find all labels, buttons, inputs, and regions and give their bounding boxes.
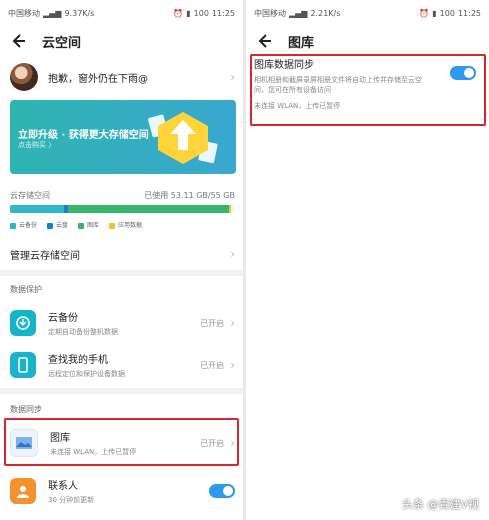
manage-storage-row[interactable]: 管理云存储空间 › (10, 243, 235, 265)
battery-text: 100 (193, 8, 209, 18)
highlight-box (4, 418, 239, 466)
upgrade-banner[interactable]: 立即升级 · 获得更大存储空间 点击购买 〉 (10, 100, 236, 174)
legend-item: 云备份 (10, 220, 37, 229)
divider (0, 270, 243, 276)
battery-icon: ▮ (186, 8, 191, 18)
item-desc: 定期自动备份整机数据 (48, 328, 118, 336)
signal-icon: ▂▄▆ (43, 8, 62, 18)
storage-usage-bar (10, 205, 233, 213)
chevron-right-icon: › (230, 70, 235, 84)
clock-text: 11:25 (457, 8, 481, 18)
contacts-row[interactable]: 联系人 30 分钟前更新 (10, 472, 235, 510)
clock-text: 11:25 (211, 8, 235, 18)
battery-text: 100 (439, 8, 455, 18)
alarm-icon: ⏰ (173, 8, 184, 18)
back-arrow-icon[interactable] (10, 32, 28, 50)
storage-segment-gallery (67, 205, 229, 213)
legend-item: 应用数据 (109, 220, 142, 229)
left-screen: 中国移动 ▂▄▆ 9.37K/s ⏰ ▮ 100 11:25 云空间 抱歉，窗外… (0, 0, 243, 520)
app-bar: 图库 (246, 26, 489, 56)
avatar (10, 63, 38, 91)
app-bar: 云空间 (0, 26, 243, 56)
cloud-backup-icon (10, 310, 36, 336)
contacts-sync-toggle[interactable] (209, 484, 235, 498)
page-title: 云空间 (42, 35, 82, 51)
storage-used: 已使用 53.11 GB/55 GB (144, 191, 235, 200)
banner-title: 立即升级 · 获得更大存储空间 (18, 130, 149, 141)
status-text: 已开启 (200, 318, 225, 328)
item-desc: 远程定位和保护设备数据 (48, 370, 125, 378)
storage-label: 云存储空间 (10, 191, 50, 200)
chevron-right-icon: › (230, 358, 235, 372)
phone-icon (10, 352, 36, 378)
legend-item: 图库 (78, 220, 99, 229)
section-data-protection: 数据保护 (10, 285, 42, 294)
section-data-sync: 数据同步 (10, 405, 42, 414)
profile-name: 抱歉，窗外仍在下雨@ (48, 73, 148, 85)
item-desc: 30 分钟前更新 (48, 496, 95, 504)
signal-icon: ▂▄▆ (289, 8, 308, 18)
storage-segment-appdata (228, 205, 231, 213)
upgrade-arrow-icon (148, 112, 218, 164)
highlight-box (250, 54, 486, 126)
status-text: 已开启 (200, 360, 225, 370)
speed-text: 9.37K/s (64, 8, 95, 18)
status-bar: 中国移动 ▂▄▆ 2.21K/s ⏰ ▮ 100 11:25 (246, 0, 489, 26)
legend-item: 云盘 (47, 220, 68, 229)
back-arrow-icon[interactable] (256, 32, 274, 50)
carrier-text: 中国移动 (254, 8, 286, 18)
banner-subtitle[interactable]: 点击购买 〉 (18, 140, 55, 150)
item-title: 云备份 (48, 313, 78, 324)
status-bar: 中国移动 ▂▄▆ 9.37K/s ⏰ ▮ 100 11:25 (0, 0, 243, 26)
chevron-right-icon: › (230, 247, 235, 261)
item-title: 查找我的手机 (48, 355, 108, 366)
storage-segment-backup (10, 205, 64, 213)
profile-row[interactable]: 抱歉，窗外仍在下雨@ › (10, 62, 235, 92)
manage-storage-label: 管理云存储空间 (10, 250, 80, 262)
right-screen: 中国移动 ▂▄▆ 2.21K/s ⏰ ▮ 100 11:25 图库 图库数据同步… (246, 0, 489, 520)
item-title: 联系人 (48, 481, 78, 492)
storage-legend: 云备份 云盘 图库 应用数据 (10, 220, 142, 229)
alarm-icon: ⏰ (419, 8, 430, 18)
page-title: 图库 (288, 35, 315, 51)
divider (0, 388, 243, 394)
cloud-backup-row[interactable]: 云备份 定期自动备份整机数据 已开启 › (10, 304, 235, 342)
battery-icon: ▮ (432, 8, 437, 18)
speed-text: 2.21K/s (310, 8, 341, 18)
find-my-phone-row[interactable]: 查找我的手机 远程定位和保护设备数据 已开启 › (10, 346, 235, 384)
carrier-text: 中国移动 (8, 8, 40, 18)
contacts-icon (10, 478, 36, 504)
chevron-right-icon: › (230, 316, 235, 330)
watermark: 头条 @青建V视 (401, 498, 479, 511)
